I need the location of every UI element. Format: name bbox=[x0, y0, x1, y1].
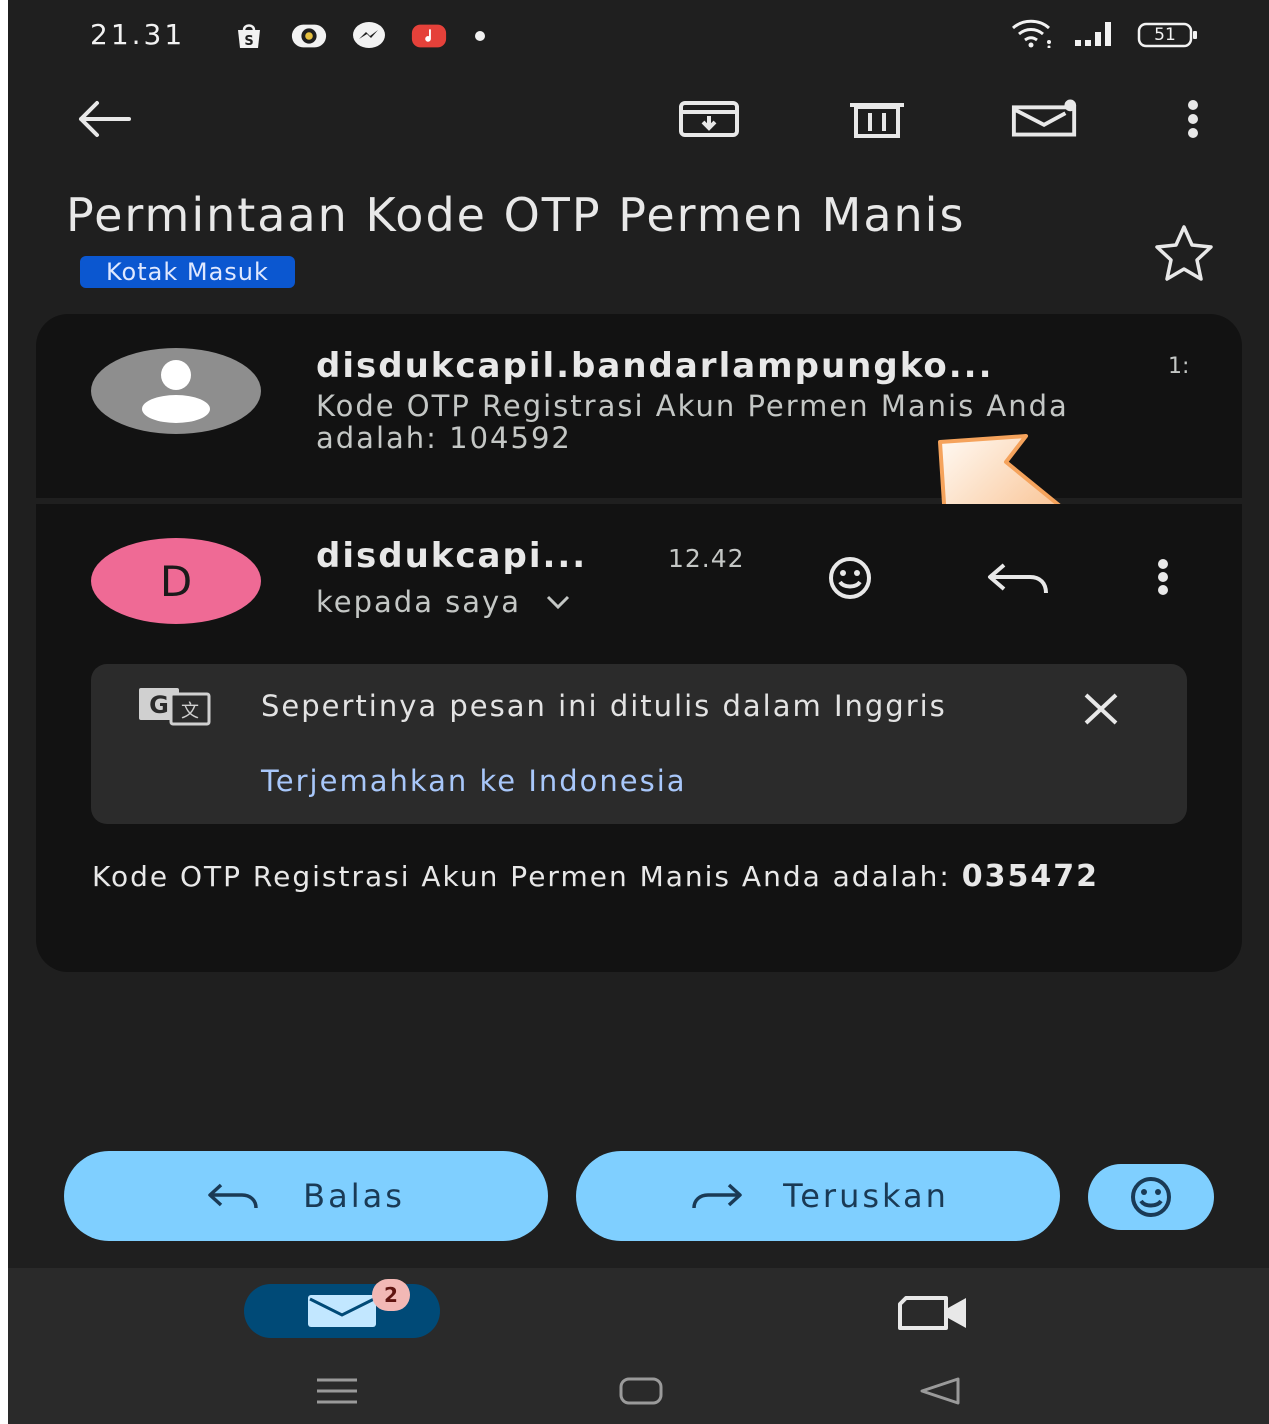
messenger-icon bbox=[350, 22, 388, 50]
signal-icon bbox=[1073, 18, 1119, 52]
shopee-icon: S bbox=[230, 22, 268, 50]
message-body-text: Kode OTP Registrasi Akun Permen Manis An… bbox=[92, 860, 962, 893]
sender-name: disdukcapil.bandarlampungko... bbox=[316, 346, 994, 386]
avatar bbox=[91, 348, 261, 434]
home-icon[interactable] bbox=[618, 1376, 664, 1410]
unread-badge: 2 bbox=[372, 1279, 410, 1311]
email-subject: Permintaan Kode OTP Permen Manis bbox=[66, 188, 966, 242]
nav-back-icon[interactable] bbox=[916, 1376, 962, 1410]
music-icon bbox=[410, 22, 448, 50]
message-time: 12.42 bbox=[668, 544, 745, 573]
wifi-icon bbox=[1009, 18, 1055, 52]
reply-icon bbox=[208, 1183, 258, 1209]
reply-label: Balas bbox=[303, 1177, 405, 1215]
message-time: 1: bbox=[1168, 354, 1190, 379]
forward-icon bbox=[692, 1183, 742, 1209]
reply-button[interactable]: Balas bbox=[64, 1151, 548, 1241]
forward-label: Teruskan bbox=[783, 1177, 949, 1215]
star-icon[interactable] bbox=[1152, 222, 1216, 282]
emoji-reaction-icon[interactable] bbox=[812, 552, 888, 604]
chevron-down-icon bbox=[546, 595, 570, 610]
label-chip[interactable]: Kotak Masuk bbox=[80, 255, 295, 288]
svg-text:S: S bbox=[244, 34, 253, 49]
bottom-navigation bbox=[8, 1268, 1269, 1424]
status-app-icons: S bbox=[230, 20, 490, 52]
mail-icon bbox=[308, 1295, 376, 1327]
google-translate-icon: G文 bbox=[137, 686, 213, 730]
status-time: 21.31 bbox=[90, 18, 186, 51]
reply-icon[interactable] bbox=[982, 556, 1056, 602]
recipient-label: kepada saya bbox=[316, 585, 521, 619]
mark-unread-icon[interactable] bbox=[1010, 84, 1080, 154]
forward-button[interactable]: Teruskan bbox=[576, 1151, 1060, 1241]
more-vert-icon[interactable] bbox=[1158, 84, 1228, 154]
notification-dot-icon bbox=[470, 22, 490, 50]
archive-icon[interactable] bbox=[674, 84, 744, 154]
otp-code: 035472 bbox=[961, 859, 1100, 894]
svg-text:文: 文 bbox=[181, 701, 199, 722]
recent-apps-icon[interactable] bbox=[314, 1376, 360, 1410]
meet-tab[interactable] bbox=[896, 1294, 972, 1332]
capcut-icon bbox=[290, 22, 328, 50]
more-vert-icon[interactable] bbox=[1148, 554, 1178, 600]
video-camera-icon bbox=[898, 1296, 966, 1330]
battery-icon: 51 bbox=[1137, 20, 1199, 50]
translate-message: Sepertinya pesan ini ditulis dalam Inggr… bbox=[261, 689, 947, 723]
emoji-icon bbox=[1131, 1177, 1171, 1217]
battery-level: 51 bbox=[1154, 25, 1176, 45]
delete-icon[interactable] bbox=[842, 84, 912, 154]
message-body: Kode OTP Registrasi Akun Permen Manis An… bbox=[92, 859, 1212, 894]
status-right: 51 bbox=[1009, 18, 1199, 52]
close-icon[interactable] bbox=[1071, 686, 1131, 732]
emoji-reaction-button[interactable] bbox=[1088, 1164, 1214, 1230]
mail-tab[interactable] bbox=[244, 1284, 440, 1338]
email-subject-row: Permintaan Kode OTP Permen Manis Kotak Ma… bbox=[66, 186, 1066, 302]
translate-link[interactable]: Terjemahkan ke Indonesia bbox=[261, 764, 687, 798]
sender-name[interactable]: disdukcapi... bbox=[316, 536, 587, 576]
phone-screen: 21.31 S 51 Permintaan Kode OTP Permen Ma… bbox=[8, 0, 1269, 1424]
translate-banner: G文 Sepertinya pesan ini ditulis dalam In… bbox=[91, 664, 1187, 824]
svg-text:G: G bbox=[149, 691, 169, 719]
recipient-toggle[interactable]: kepada saya bbox=[316, 586, 571, 618]
avatar-letter: D bbox=[91, 538, 261, 624]
back-arrow-icon[interactable] bbox=[68, 84, 138, 154]
